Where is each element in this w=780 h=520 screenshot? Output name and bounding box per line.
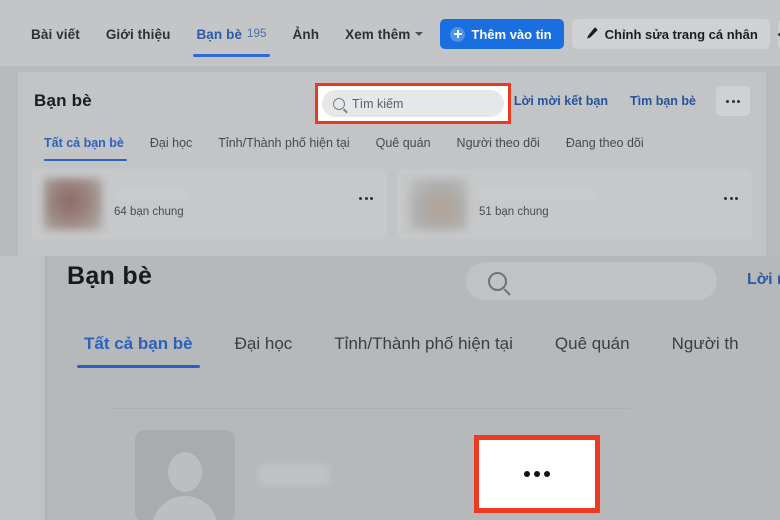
friends-card-grid: 64 bạn chung 51 bạn chung xyxy=(18,161,766,239)
filter-tab-active-underline xyxy=(44,158,127,161)
overlay-friend-card[interactable] xyxy=(110,424,710,520)
edit-profile-button[interactable]: Chỉnh sửa trang cá nhân xyxy=(571,19,770,49)
nav-tab-posts-label: Bài viết xyxy=(31,26,80,42)
friends-panel: Bạn bè Lời mời kết bạn Tìm bạn bè Tìm ki… xyxy=(18,72,766,272)
nav-tab-see-more-label: Xem thêm xyxy=(345,26,411,42)
nav-tab-posts[interactable]: Bài viết xyxy=(18,14,93,54)
overlay-filter-tab-university-label: Đại học xyxy=(234,334,293,353)
filter-tab-hometown-label: Quê quán xyxy=(375,136,431,150)
nav-tab-friends-count: 195 xyxy=(247,28,267,40)
nav-tab-photos-label: Ảnh xyxy=(292,26,320,42)
find-friends-link[interactable]: Tìm bạn bè xyxy=(630,94,696,108)
friend-card-meta: 51 bạn chung xyxy=(479,190,597,218)
filter-tab-following[interactable]: Đang theo dõi xyxy=(553,136,657,161)
avatar xyxy=(409,178,467,230)
nav-tab-see-more[interactable]: Xem thêm xyxy=(332,14,436,54)
overlay-filter-tab-current-city[interactable]: Tỉnh/Thành phố hiện tại xyxy=(313,334,534,376)
overlay-left-gutter xyxy=(0,256,45,520)
overlay-friend-requests-link[interactable]: Lời m xyxy=(747,271,780,289)
overlay-filter-tab-active-underline xyxy=(77,365,200,368)
highlighted-friend-menu-button[interactable] xyxy=(474,435,600,513)
ellipsis-icon xyxy=(726,99,740,103)
nav-tab-active-underline xyxy=(193,54,270,57)
friend-card[interactable]: 64 bạn chung xyxy=(32,169,387,239)
overlay-filter-tab-current-city-label: Tỉnh/Thành phố hiện tại xyxy=(334,334,513,353)
friend-name-redacted xyxy=(114,190,186,201)
filter-tab-university[interactable]: Đại học xyxy=(137,136,205,161)
profile-nav-inner: Bài viết Giới thiệu Bạn bè 195 Ảnh Xem t… xyxy=(18,14,780,57)
overlay-filter-tab-followers-label: Người th xyxy=(671,334,739,353)
nav-tab-friends[interactable]: Bạn bè 195 xyxy=(183,14,279,57)
avatar xyxy=(44,178,102,230)
overlay-search-input[interactable] xyxy=(466,262,717,300)
filter-tab-following-label: Đang theo dõi xyxy=(565,136,644,150)
search-icon xyxy=(333,97,345,110)
overlay-filter-tab-university[interactable]: Đại học xyxy=(214,334,314,376)
filter-tab-current-city[interactable]: Tỉnh/Thành phố hiện tại xyxy=(205,136,362,161)
nav-tab-photos[interactable]: Ảnh xyxy=(280,14,333,54)
overlay-filter-tab-hometown[interactable]: Quê quán xyxy=(534,334,651,376)
filter-tab-all-friends[interactable]: Tất cả bạn bè xyxy=(40,136,137,161)
ellipsis-icon xyxy=(524,471,550,477)
overlay-filter-tab-followers[interactable]: Người th xyxy=(651,334,760,376)
search-icon xyxy=(488,271,507,291)
plus-circle-icon xyxy=(450,26,466,42)
avatar-placeholder xyxy=(135,430,235,520)
overlay-filter-tabs: Tất cả bạn bè Đại học Tỉnh/Thành phố hiệ… xyxy=(63,334,760,376)
filter-tab-followers-label: Người theo dõi xyxy=(456,136,540,150)
friends-panel-title: Bạn bè xyxy=(34,91,92,110)
nav-tab-about-label: Giới thiệu xyxy=(105,26,171,42)
screenshot-root: Bài viết Giới thiệu Bạn bè 195 Ảnh Xem t… xyxy=(0,0,780,520)
filter-tab-hometown[interactable]: Quê quán xyxy=(363,136,444,161)
add-to-story-button[interactable]: Thêm vào tin xyxy=(440,19,564,49)
edit-profile-label: Chỉnh sửa trang cá nhân xyxy=(604,26,758,42)
profile-nav-bar: Bài viết Giới thiệu Bạn bè 195 Ảnh Xem t… xyxy=(0,0,780,66)
friends-panel-more-button[interactable] xyxy=(716,86,750,116)
mutual-friends-count: 64 bạn chung xyxy=(114,206,184,218)
friend-card[interactable]: 51 bạn chung xyxy=(397,169,752,239)
friend-card-menu-button[interactable] xyxy=(359,197,373,200)
overlay-card-divider xyxy=(110,408,630,409)
overlay-filter-tab-hometown-label: Quê quán xyxy=(554,334,630,353)
filter-tab-university-label: Đại học xyxy=(149,136,193,150)
friend-name-redacted xyxy=(258,464,330,486)
filter-tab-current-city-label: Tỉnh/Thành phố hiện tại xyxy=(218,136,350,150)
friends-filter-tabs: Tất cả bạn bè Đại học Tỉnh/Thành phố hiệ… xyxy=(18,130,766,161)
nav-tab-friends-label: Bạn bè xyxy=(196,26,243,42)
overlay-title: Bạn bè xyxy=(67,262,153,290)
chevron-down-icon xyxy=(415,32,424,36)
overlay-filter-tab-all-friends[interactable]: Tất cả bạn bè xyxy=(63,334,214,376)
overlay-content: Bạn bè Lời m Tất cả bạn bè Đại học Tỉnh/… xyxy=(47,256,780,520)
friend-requests-link[interactable]: Lời mời kết bạn xyxy=(514,94,608,108)
filter-tab-followers[interactable]: Người theo dõi xyxy=(444,136,553,161)
zoomed-overlay-panel: Bạn bè Lời m Tất cả bạn bè Đại học Tỉnh/… xyxy=(0,256,780,520)
friends-search-placeholder: Tìm kiếm xyxy=(352,96,404,111)
nav-tab-about[interactable]: Giới thiệu xyxy=(93,14,184,54)
mutual-friends-count: 51 bạn chung xyxy=(479,206,549,218)
add-to-story-label: Thêm vào tin xyxy=(471,26,552,42)
overlay-filter-tab-all-friends-label: Tất cả bạn bè xyxy=(84,334,193,353)
friend-card-meta: 64 bạn chung xyxy=(114,190,186,218)
friend-card-menu-button[interactable] xyxy=(724,197,738,200)
pencil-icon xyxy=(586,27,597,39)
person-icon-head xyxy=(168,452,202,492)
person-icon-body xyxy=(152,496,218,520)
friends-panel-header: Bạn bè Lời mời kết bạn Tìm bạn bè Tìm ki… xyxy=(18,72,766,130)
friend-name-redacted xyxy=(479,190,597,201)
filter-tab-all-friends-label: Tất cả bạn bè xyxy=(44,136,124,150)
friends-search-input[interactable]: Tìm kiếm xyxy=(322,90,504,117)
